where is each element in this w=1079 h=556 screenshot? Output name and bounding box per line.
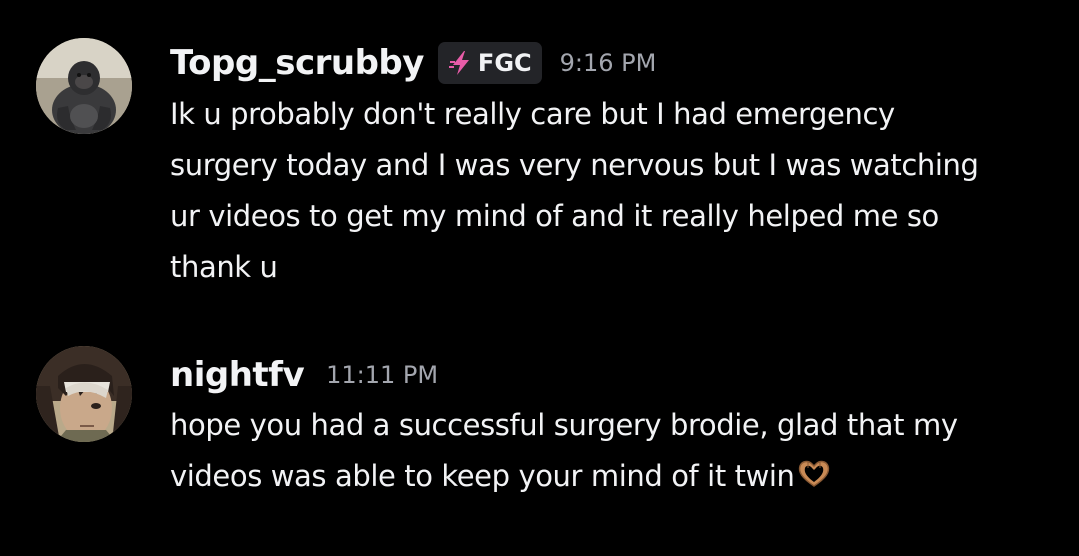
timestamp[interactable]: 11:11 PM	[326, 361, 438, 389]
message-line: hope you had a successful surgery brodie…	[170, 408, 958, 442]
timestamp[interactable]: 9:16 PM	[560, 49, 657, 77]
message-content: Ik u probably don't really care but I ha…	[170, 89, 1050, 293]
message-content: hope you had a successful surgery brodie…	[170, 400, 1050, 502]
message-line: surgery today and I was very nervous but…	[170, 148, 979, 182]
message-line-text: videos was able to keep your mind of it …	[170, 459, 795, 493]
heart-hands-emoji	[798, 460, 829, 487]
server-tag-label: FGC	[477, 49, 532, 77]
lightning-bolt-icon	[448, 51, 469, 75]
anime-character-avatar-icon	[36, 346, 132, 442]
username[interactable]: nightfv	[170, 355, 305, 395]
message-header: nightfv 11:11 PM	[170, 352, 438, 398]
server-tag[interactable]: FGC	[437, 42, 542, 84]
message-line: videos was able to keep your mind of it …	[170, 451, 1050, 502]
message-line: Ik u probably don't really care but I ha…	[170, 97, 895, 131]
gorilla-avatar-icon	[36, 38, 132, 134]
message-header: Topg_scrubby FGC 9:16 PM	[170, 40, 656, 86]
username[interactable]: Topg_scrubby	[170, 43, 424, 83]
user-avatar[interactable]	[36, 346, 132, 442]
message-line: ur videos to get my mind of and it reall…	[170, 199, 939, 233]
message-line: thank u	[170, 250, 278, 284]
user-avatar[interactable]	[36, 38, 132, 134]
